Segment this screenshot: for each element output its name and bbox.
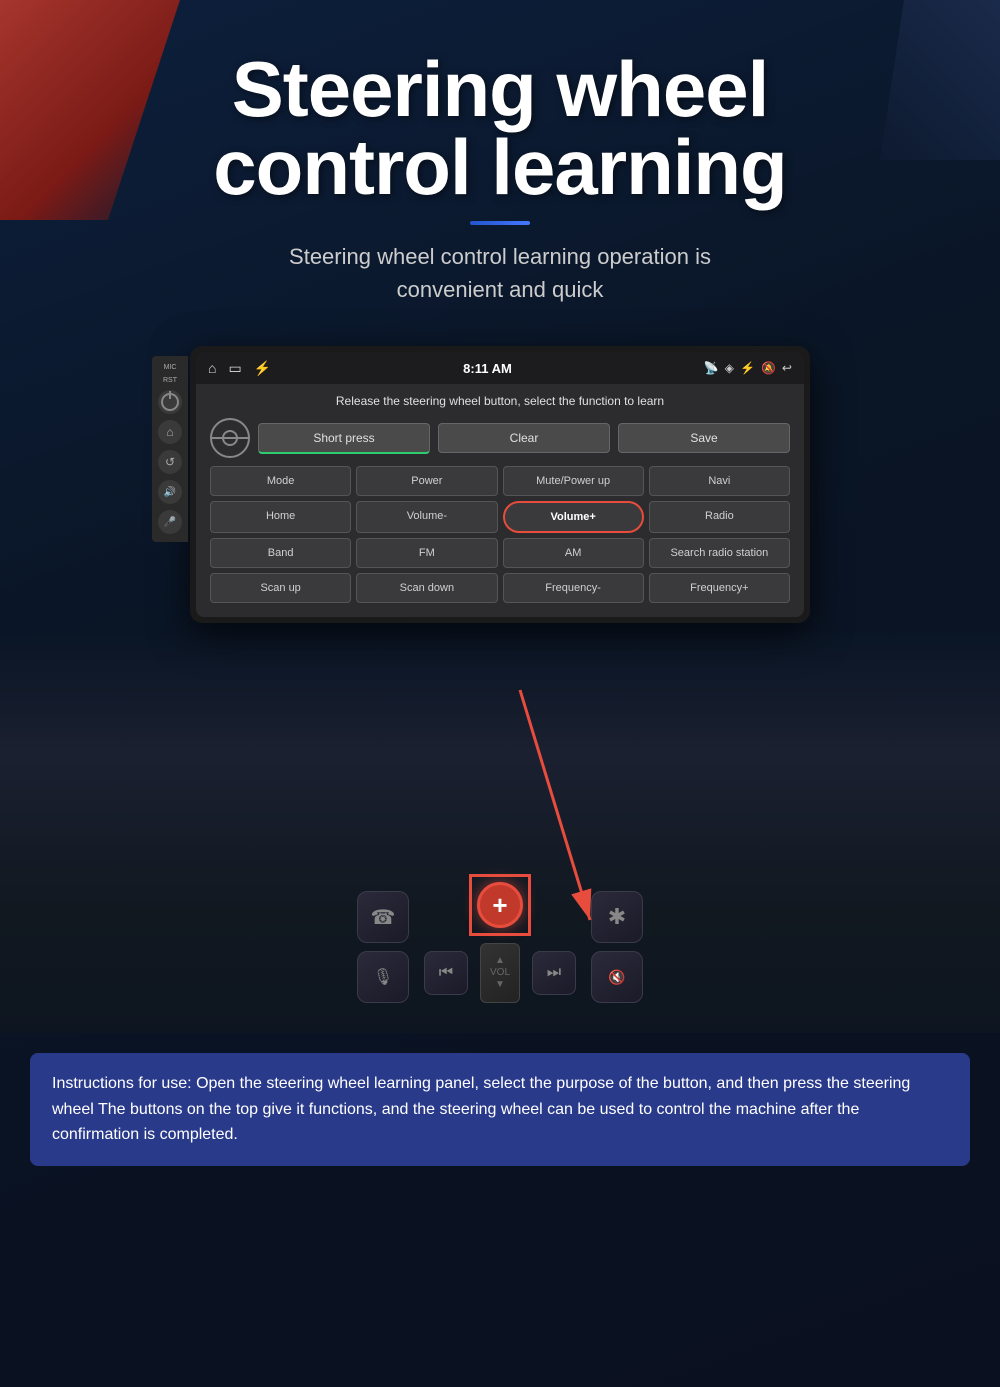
scan-up-button[interactable]: Scan up [210, 573, 351, 603]
vol-side-btn[interactable]: 🔊 [158, 480, 182, 504]
left-button-group: ☎ 🎙 [357, 891, 409, 1003]
mic-label: MIC [164, 364, 177, 371]
page-container: Steering wheel control learning Steering… [0, 0, 1000, 1387]
panel-instruction: Release the steering wheel button, selec… [210, 394, 790, 408]
location-icon: ◈ [725, 361, 734, 375]
am-button[interactable]: AM [503, 538, 644, 568]
navi-button[interactable]: Navi [649, 466, 790, 496]
search-radio-button[interactable]: Search radio station [649, 538, 790, 568]
back-side-btn[interactable]: ↺ [158, 450, 182, 474]
center-controls: + ⏮ ▲VOL▼ ⏭ [424, 882, 576, 1003]
skip-forward-button[interactable]: ⏭ [532, 951, 576, 995]
status-bar: ⌂ ▭ ⚡ 8:11 AM 📡 ◈ ⚡ 🔕 ↩ [196, 352, 804, 384]
volume-up-button[interactable]: Volume+ [503, 501, 644, 533]
cast-icon: 📡 [704, 361, 719, 375]
steering-wheel-icon [210, 418, 250, 458]
screen-display: ⌂ ▭ ⚡ 8:11 AM 📡 ◈ ⚡ 🔕 ↩ [196, 352, 804, 617]
scan-down-button[interactable]: Scan down [356, 573, 497, 603]
power-icon [161, 393, 179, 411]
title-underline [470, 221, 530, 225]
clear-button[interactable]: Clear [438, 423, 610, 453]
instructions-box: Instructions for use: Open the steering … [30, 1053, 970, 1166]
freq-down-button[interactable]: Frequency- [503, 573, 644, 603]
main-title-line1: Steering wheel [40, 50, 960, 128]
usb-nav-icon[interactable]: ⚡ [254, 360, 271, 377]
asterisk-button[interactable]: ✱ [591, 891, 643, 943]
status-right-icons: 📡 ◈ ⚡ 🔕 ↩ [704, 361, 792, 375]
instructions-text: Instructions for use: Open the steering … [52, 1071, 948, 1148]
mute-icon: 🔕 [761, 361, 776, 375]
home-nav-icon[interactable]: ⌂ [208, 360, 216, 376]
rst-label: RST [163, 377, 177, 384]
band-button[interactable]: Band [210, 538, 351, 568]
bluetooth-icon: ⚡ [740, 361, 755, 375]
status-left-icons: ⌂ ▭ ⚡ [208, 360, 271, 377]
mic-side-btn[interactable]: 🎤 [158, 510, 182, 534]
short-press-button[interactable]: Short press [258, 423, 430, 454]
side-panel: MIC RST ⌂ ↺ 🔊 🎤 [152, 356, 188, 542]
mute-power-button[interactable]: Mute/Power up [503, 466, 644, 496]
phone-icon-button[interactable]: ☎ [357, 891, 409, 943]
volume-down-button[interactable]: Volume- [356, 501, 497, 533]
main-title-line2: control learning [40, 128, 960, 206]
screen-container: MIC RST ⌂ ↺ 🔊 🎤 ⌂ ▭ ⚡ [190, 346, 810, 623]
car-background: ☎ 🎙 + ⏮ ▲VOL▼ [0, 633, 1000, 1033]
subtitle-text: Steering wheel control learning operatio… [40, 240, 960, 306]
device-frame: MIC RST ⌂ ↺ 🔊 🎤 ⌂ ▭ ⚡ [190, 346, 810, 623]
home-side-btn[interactable]: ⌂ [158, 420, 182, 444]
radio-button[interactable]: Radio [649, 501, 790, 533]
back-icon[interactable]: ↩ [782, 361, 792, 375]
mode-button[interactable]: Mode [210, 466, 351, 496]
fm-button[interactable]: FM [356, 538, 497, 568]
power-btn[interactable] [158, 390, 182, 414]
steering-controls-area: ☎ 🎙 + ⏮ ▲VOL▼ [357, 882, 643, 1003]
learning-panel: Release the steering wheel button, selec… [196, 384, 804, 617]
volume-dial[interactable]: ▲VOL▼ [480, 943, 520, 1003]
red-circle [469, 874, 531, 936]
screen-nav-icon[interactable]: ▭ [228, 360, 241, 377]
status-time: 8:11 AM [463, 361, 512, 376]
power-button[interactable]: Power [356, 466, 497, 496]
right-button-group: ✱ 🔇 [591, 891, 643, 1003]
mute-button[interactable]: 🔇 [591, 951, 643, 1003]
plus-button-container: + [477, 882, 523, 928]
save-button[interactable]: Save [618, 423, 790, 453]
voice-icon-button[interactable]: 🎙 [357, 951, 409, 1003]
car-section: ☎ 🎙 + ⏮ ▲VOL▼ [0, 633, 1000, 1033]
freq-up-button[interactable]: Frequency+ [649, 573, 790, 603]
skip-back-button[interactable]: ⏮ [424, 951, 468, 995]
skip-buttons-row: ⏮ ▲VOL▼ ⏭ [424, 943, 576, 1003]
title-section: Steering wheel control learning Steering… [0, 0, 1000, 326]
panel-top-row: Short press Clear Save [210, 418, 790, 458]
home-button[interactable]: Home [210, 501, 351, 533]
function-grid: Mode Power Mute/Power up Navi Home Volum… [210, 466, 790, 603]
